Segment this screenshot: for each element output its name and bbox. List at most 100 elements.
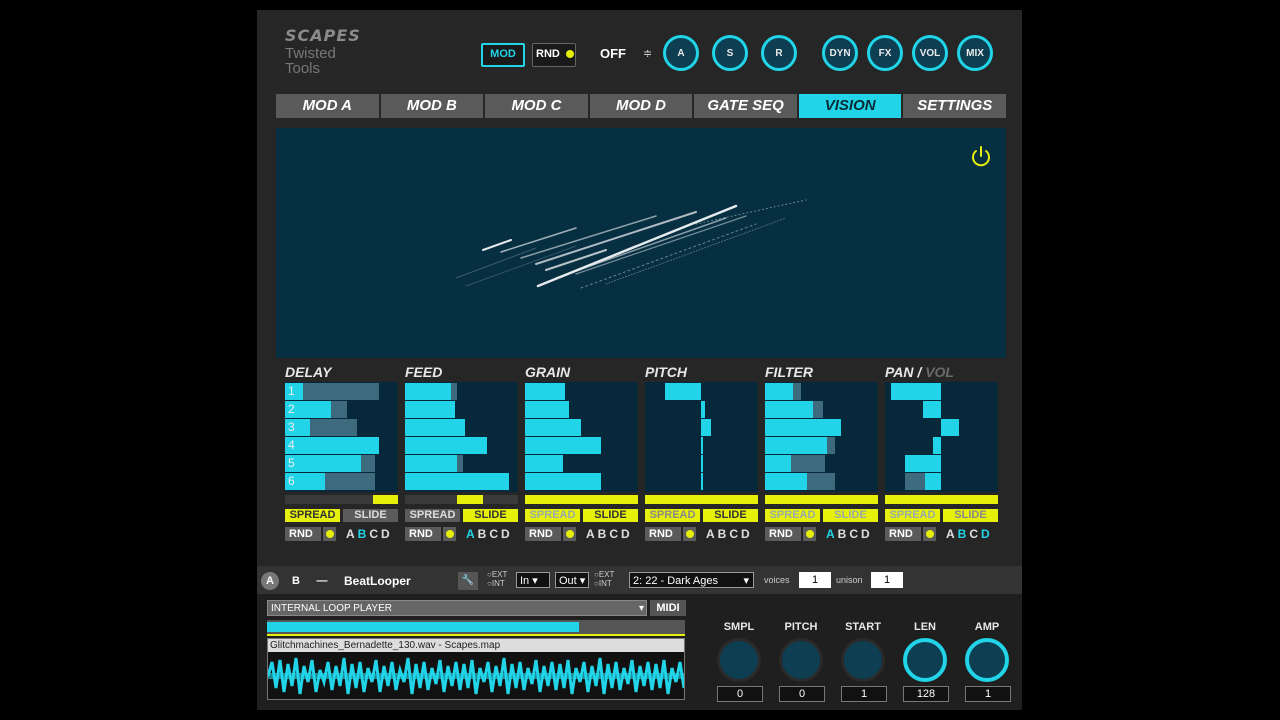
delay-slider[interactable] bbox=[285, 495, 398, 504]
slot-a-button[interactable]: A bbox=[261, 572, 279, 590]
mode-stepper-icon[interactable]: ≑ bbox=[643, 47, 652, 60]
dyn-knob[interactable]: DYN bbox=[822, 35, 858, 71]
pitch-slide-button[interactable]: SLIDE bbox=[703, 509, 758, 522]
feed-rnd-led[interactable] bbox=[443, 526, 456, 541]
preset-select[interactable]: 2: 22 - Dark Ages ▾ bbox=[629, 572, 754, 588]
rnd-toggle[interactable]: RND bbox=[532, 43, 576, 67]
delay-letter-a[interactable]: A bbox=[346, 527, 358, 541]
fx-knob[interactable]: FX bbox=[867, 35, 903, 71]
attack-knob[interactable]: A bbox=[663, 35, 699, 71]
start-knob[interactable] bbox=[841, 638, 885, 682]
grain-spread-button[interactable]: SPREAD bbox=[525, 509, 580, 522]
feed-step-grid[interactable] bbox=[405, 382, 518, 492]
pitch-rnd-button[interactable]: RND bbox=[645, 526, 681, 541]
pan-slider[interactable] bbox=[885, 495, 998, 504]
tab-mod-d[interactable]: MOD D bbox=[589, 94, 693, 118]
pitch-letter-b[interactable]: B bbox=[718, 527, 730, 541]
filter-slide-button[interactable]: SLIDE bbox=[823, 509, 878, 522]
feed-slider[interactable] bbox=[405, 495, 518, 504]
grain-letter-a[interactable]: A bbox=[586, 527, 598, 541]
grain-rnd-led[interactable] bbox=[563, 526, 576, 541]
unison-input[interactable]: 1 bbox=[871, 572, 903, 588]
pitch-knob-value[interactable]: 0 bbox=[779, 686, 825, 702]
filter-mod-select[interactable]: ABCD bbox=[826, 527, 873, 541]
pitch-slider[interactable] bbox=[645, 495, 758, 504]
grain-step-grid[interactable] bbox=[525, 382, 638, 492]
filter-slider[interactable] bbox=[765, 495, 878, 504]
pan-letter-b[interactable]: B bbox=[958, 527, 970, 541]
voices-input[interactable]: 1 bbox=[799, 572, 831, 588]
pitch-step-grid[interactable] bbox=[645, 382, 758, 492]
tab-mod-b[interactable]: MOD B bbox=[380, 94, 484, 118]
pan-rnd-button[interactable]: RND bbox=[885, 526, 921, 541]
pitch-letter-c[interactable]: C bbox=[729, 527, 741, 541]
filter-rnd-led[interactable] bbox=[803, 526, 816, 541]
delay-letter-b[interactable]: B bbox=[358, 527, 370, 541]
tab-settings[interactable]: SETTINGS bbox=[903, 94, 1007, 118]
delay-mod-select[interactable]: ABCD bbox=[346, 527, 393, 541]
midi-button[interactable]: MIDI bbox=[650, 600, 686, 616]
grain-letter-d[interactable]: D bbox=[621, 527, 633, 541]
smpl-knob[interactable] bbox=[717, 638, 761, 682]
filter-spread-button[interactable]: SPREAD bbox=[765, 509, 820, 522]
amp-knob[interactable] bbox=[965, 638, 1009, 682]
filter-letter-d[interactable]: D bbox=[861, 527, 873, 541]
grain-letter-c[interactable]: C bbox=[609, 527, 621, 541]
pitch-knob[interactable] bbox=[779, 638, 823, 682]
delay-slide-button[interactable]: SLIDE bbox=[343, 509, 398, 522]
pan-step-grid[interactable] bbox=[885, 382, 998, 492]
filter-letter-b[interactable]: B bbox=[838, 527, 850, 541]
len-knob[interactable] bbox=[903, 638, 947, 682]
tab-gate-seq[interactable]: GATE SEQ bbox=[694, 94, 797, 118]
power-icon[interactable] bbox=[969, 145, 993, 169]
tab-vision[interactable]: VISION bbox=[798, 94, 902, 118]
pitch-letter-a[interactable]: A bbox=[706, 527, 718, 541]
sustain-knob[interactable]: S bbox=[712, 35, 748, 71]
filter-letter-a[interactable]: A bbox=[826, 527, 838, 541]
mode-select[interactable]: OFF bbox=[600, 46, 626, 61]
feed-slide-button[interactable]: SLIDE bbox=[463, 509, 518, 522]
delay-letter-d[interactable]: D bbox=[381, 527, 393, 541]
input-ext-int[interactable]: ○EXT ○INT bbox=[487, 570, 507, 588]
pan-letter-d[interactable]: D bbox=[981, 527, 993, 541]
delay-rnd-button[interactable]: RND bbox=[285, 526, 321, 541]
grain-rnd-button[interactable]: RND bbox=[525, 526, 561, 541]
waveform-display[interactable]: Glitchmachines_Bernadette_130.wav - Scap… bbox=[267, 638, 685, 700]
pitch-rnd-led[interactable] bbox=[683, 526, 696, 541]
mod-button[interactable]: MOD bbox=[481, 43, 525, 67]
delay-letter-c[interactable]: C bbox=[369, 527, 381, 541]
loop-player-select[interactable]: INTERNAL LOOP PLAYER ▾ bbox=[267, 600, 647, 616]
grain-slide-button[interactable]: SLIDE bbox=[583, 509, 638, 522]
feed-letter-b[interactable]: B bbox=[478, 527, 490, 541]
grain-slider[interactable] bbox=[525, 495, 638, 504]
vol-knob[interactable]: VOL bbox=[912, 35, 948, 71]
release-knob[interactable]: R bbox=[761, 35, 797, 71]
feed-letter-c[interactable]: C bbox=[489, 527, 501, 541]
grain-mod-select[interactable]: ABCD bbox=[586, 527, 633, 541]
pan-spread-button[interactable]: SPREAD bbox=[885, 509, 940, 522]
tab-mod-c[interactable]: MOD C bbox=[485, 94, 588, 118]
filter-rnd-button[interactable]: RND bbox=[765, 526, 801, 541]
pitch-mod-select[interactable]: ABCD bbox=[706, 527, 753, 541]
delay-step-grid[interactable]: 1 2 3 4 5 6 bbox=[285, 382, 398, 492]
grain-letter-b[interactable]: B bbox=[598, 527, 610, 541]
feed-letter-a[interactable]: A bbox=[466, 527, 478, 541]
minimize-button[interactable]: — bbox=[313, 572, 331, 590]
pan-mod-select[interactable]: ABCD bbox=[946, 527, 993, 541]
feed-mod-select[interactable]: ABCD bbox=[466, 527, 513, 541]
pan-letter-a[interactable]: A bbox=[946, 527, 958, 541]
pan-rnd-led[interactable] bbox=[923, 526, 936, 541]
filter-letter-c[interactable]: C bbox=[849, 527, 861, 541]
feed-letter-d[interactable]: D bbox=[501, 527, 513, 541]
feed-spread-button[interactable]: SPREAD bbox=[405, 509, 460, 522]
delay-spread-button[interactable]: SPREAD bbox=[285, 509, 340, 522]
start-value[interactable]: 1 bbox=[841, 686, 887, 702]
pitch-spread-button[interactable]: SPREAD bbox=[645, 509, 700, 522]
midi-in-select[interactable]: In ▾ bbox=[516, 572, 550, 588]
delay-rnd-led[interactable] bbox=[323, 526, 336, 541]
pan-letter-c[interactable]: C bbox=[969, 527, 981, 541]
tab-mod-a[interactable]: MOD A bbox=[276, 94, 379, 118]
wrench-icon[interactable]: 🔧 bbox=[458, 572, 478, 590]
len-value[interactable]: 128 bbox=[903, 686, 949, 702]
smpl-value[interactable]: 0 bbox=[717, 686, 763, 702]
